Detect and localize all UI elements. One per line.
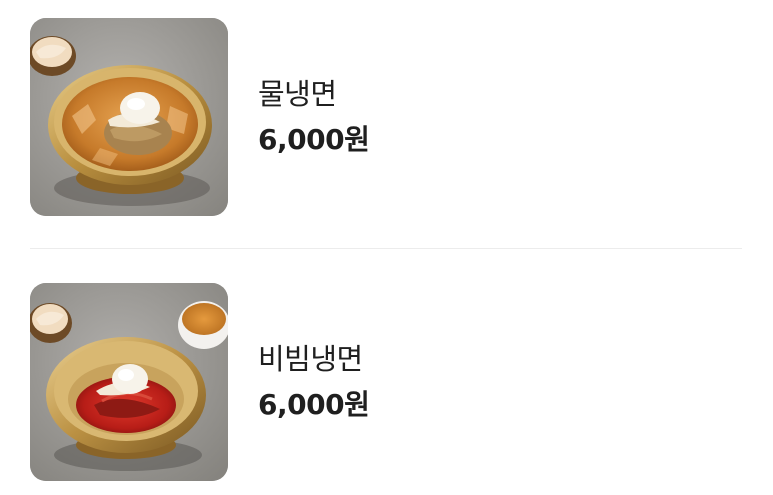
bibim-naengmyeon-image — [30, 283, 228, 481]
menu-item-name: 물냉면 — [258, 77, 337, 111]
menu-item-price: 6,000원 — [258, 123, 370, 156]
menu-item-info: 비빔냉면 6,000원 — [258, 341, 370, 422]
menu-item-name: 비빔냉면 — [258, 342, 363, 376]
menu-list: 물냉면 6,000원 비빔냉면 6,000원 — [0, 0, 773, 495]
menu-item-mul-naengmyeon[interactable]: 물냉면 6,000원 — [30, 18, 742, 216]
menu-item-info: 물냉면 6,000원 — [258, 76, 370, 157]
bibim-naengmyeon-photo-icon — [30, 283, 228, 481]
mul-naengmyeon-photo-icon — [30, 18, 228, 216]
divider — [30, 248, 742, 249]
mul-naengmyeon-image — [30, 18, 228, 216]
menu-item-price: 6,000원 — [258, 388, 370, 421]
menu-item-bibim-naengmyeon[interactable]: 비빔냉면 6,000원 — [30, 283, 742, 481]
